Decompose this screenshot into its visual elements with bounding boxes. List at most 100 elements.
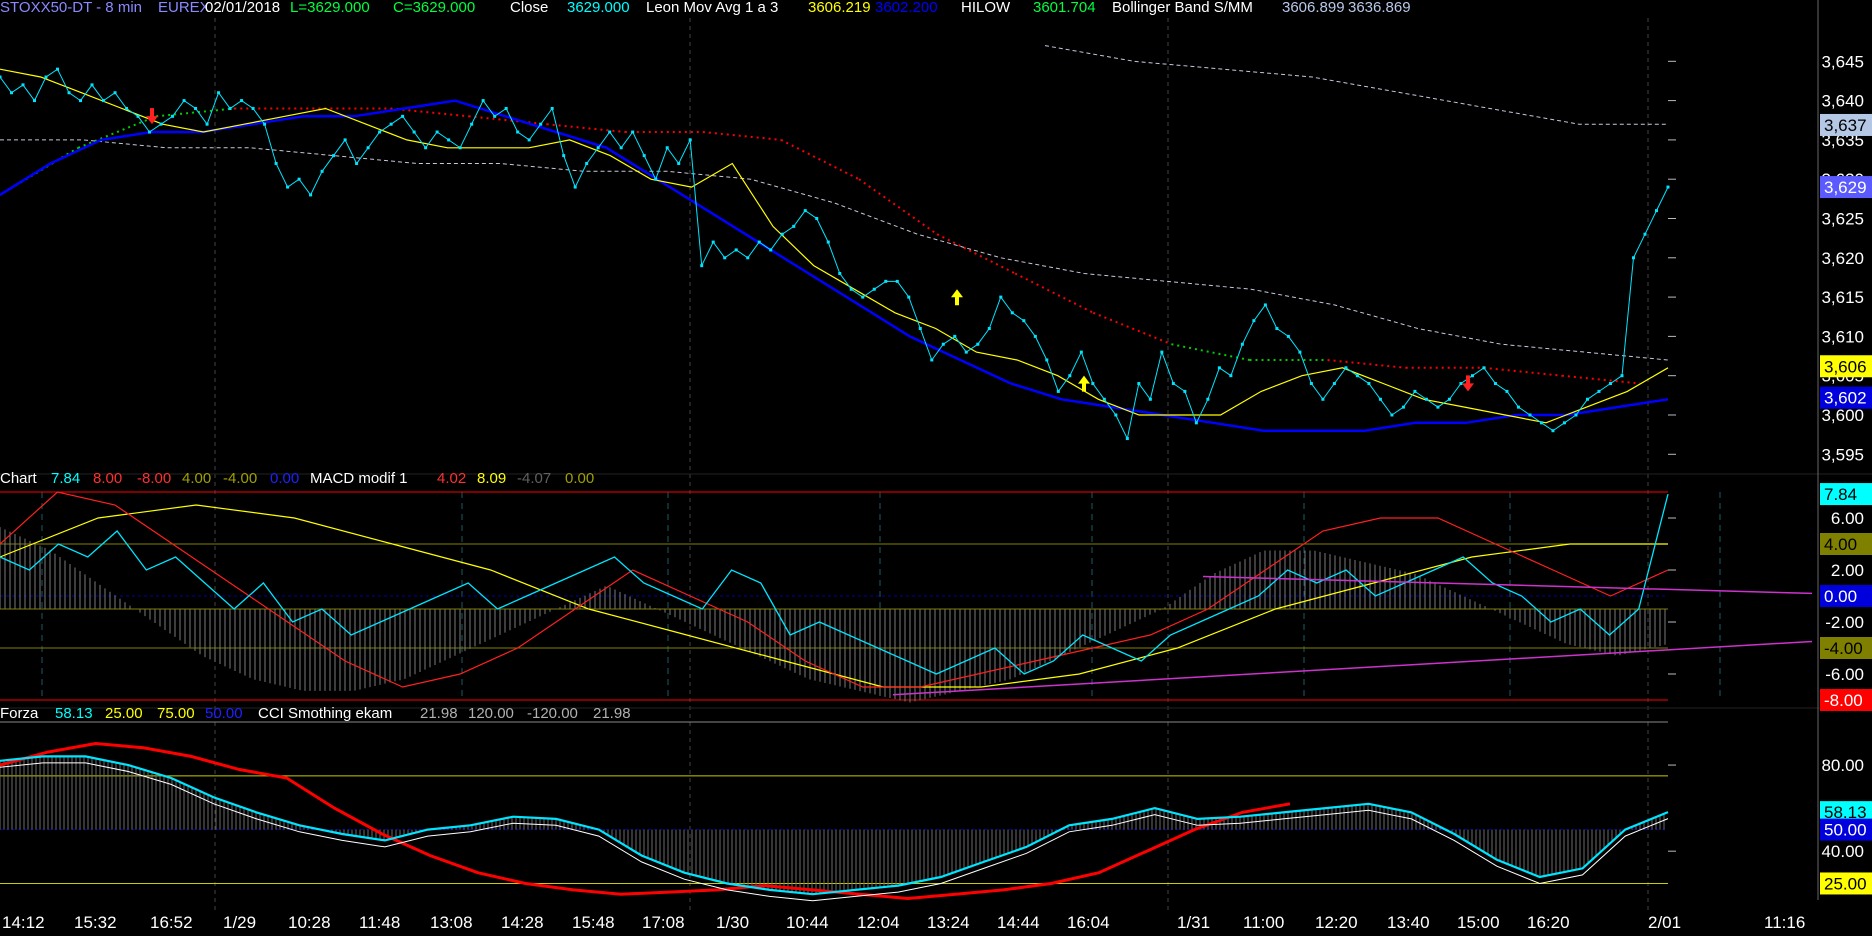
- close-point: [1355, 374, 1359, 378]
- close-point: [1424, 397, 1428, 401]
- time-axis-label: 15:32: [74, 913, 117, 932]
- close-point: [1171, 382, 1175, 386]
- close-point: [1206, 397, 1210, 401]
- close-point: [1585, 397, 1589, 401]
- time-axis-label: 1/29: [223, 913, 256, 932]
- cci-pane: [0, 721, 1669, 902]
- close-point: [1562, 421, 1566, 425]
- close-point: [964, 350, 968, 354]
- close-point: [1367, 382, 1371, 386]
- close-point: [263, 122, 267, 126]
- close-point: [1470, 374, 1474, 378]
- close-point: [550, 106, 554, 110]
- time-axis-label: 13:08: [430, 913, 473, 932]
- close-point: [1079, 350, 1083, 354]
- close-point: [608, 130, 612, 134]
- close-point: [1344, 366, 1348, 370]
- close-point: [976, 342, 980, 346]
- close-point: [1332, 382, 1336, 386]
- price-axis-label: 3,595: [1821, 445, 1864, 464]
- close-point: [194, 106, 198, 110]
- price-axis-label: 3,625: [1821, 209, 1864, 228]
- sell-arrow-icon: [1462, 375, 1474, 392]
- close-point: [826, 240, 830, 244]
- price-axis-label: 3,620: [1821, 249, 1864, 268]
- date-label: 02/01/2018: [205, 0, 280, 16]
- close-point: [1033, 334, 1037, 338]
- close-point: [1413, 389, 1417, 393]
- bollinger-label: Bollinger Band S/MM: [1112, 0, 1253, 16]
- bollinger-value-2: 3636.869: [1348, 0, 1411, 16]
- close-point: [309, 193, 313, 197]
- close-point: [435, 130, 439, 134]
- close-point: [792, 224, 796, 228]
- close-point: [665, 146, 669, 150]
- close-point: [1148, 397, 1152, 401]
- leon-value-1: 3606.219: [808, 0, 871, 16]
- close-point: [1252, 319, 1256, 323]
- price-axis-label: 3,600: [1821, 406, 1864, 425]
- close-point: [642, 154, 646, 158]
- hilow-segment: [780, 139, 860, 181]
- close-point: [1574, 413, 1578, 417]
- close-point: [999, 295, 1003, 299]
- close-point: [688, 138, 692, 142]
- price-axis-label: 3,610: [1821, 327, 1864, 346]
- close-point: [1390, 413, 1394, 417]
- close-point: [320, 169, 324, 173]
- close-point: [1275, 327, 1279, 331]
- macd-axis-label: -2.00: [1825, 613, 1864, 632]
- price-axis-label: 3,615: [1821, 288, 1864, 307]
- leon-value-2: 3602.200: [875, 0, 938, 16]
- close-point: [1551, 429, 1555, 433]
- close-point: [895, 279, 899, 283]
- bollinger-lower-line: [0, 139, 1669, 361]
- time-axis-label: 15:00: [1457, 913, 1500, 932]
- close-point: [297, 177, 301, 181]
- cci-label: CCI Smothing ekam: [258, 705, 392, 722]
- close-point: [1654, 209, 1658, 213]
- close-point: [1068, 374, 1072, 378]
- close-point: [884, 279, 888, 283]
- close-point: [1286, 334, 1290, 338]
- close-point: [481, 99, 485, 103]
- close-point: [79, 99, 83, 103]
- price-value-tag-text: 3,606: [1824, 357, 1867, 376]
- forza-value-3: 75.00: [157, 705, 195, 722]
- macd-value-3: -8.00: [137, 470, 171, 487]
- hilow-segment: [702, 131, 782, 141]
- cci-value-4: 21.98: [593, 705, 631, 722]
- close-point: [849, 287, 853, 291]
- close-point: [907, 295, 911, 299]
- close-point: [573, 185, 577, 189]
- close-point: [700, 264, 704, 268]
- close-point: [1309, 382, 1313, 386]
- time-axis-label: 15:48: [572, 913, 615, 932]
- macd-value-4: 4.00: [182, 470, 211, 487]
- close-label: Close: [510, 0, 548, 16]
- leon-fast-line: [0, 68, 1669, 424]
- close-point: [1528, 413, 1532, 417]
- hilow-value: 3601.704: [1033, 0, 1096, 16]
- close-point: [1194, 421, 1198, 425]
- macd-value-1: 7.84: [51, 470, 80, 487]
- close-point: [504, 106, 508, 110]
- close-point: [1137, 382, 1141, 386]
- macd-axis-label: 6.00: [1831, 509, 1864, 528]
- time-axis-label: 14:28: [501, 913, 544, 932]
- close-point: [1183, 389, 1187, 393]
- close-point: [930, 358, 934, 362]
- close-point: [1125, 437, 1129, 441]
- close-point: [458, 146, 462, 150]
- hilow-segment: [1327, 359, 1406, 369]
- cci-line: [0, 755, 1669, 896]
- close-point: [677, 161, 681, 165]
- close-point: [1620, 374, 1624, 378]
- price-pane: [0, 45, 1670, 441]
- close-point: [470, 122, 474, 126]
- macd-value-tag-text: -8.00: [1824, 691, 1863, 710]
- macd-m1: 4.02: [437, 470, 466, 487]
- close-point: [746, 256, 750, 260]
- close-point: [447, 138, 451, 142]
- close-value: 3629.000: [567, 0, 630, 16]
